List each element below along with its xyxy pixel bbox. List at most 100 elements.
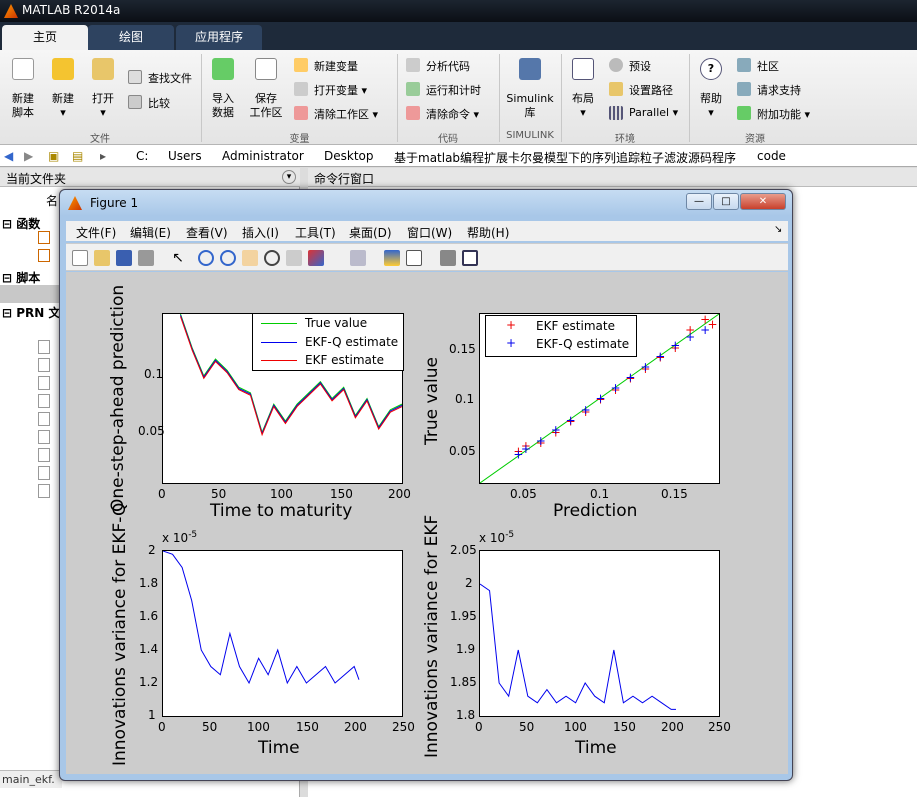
breadcrumb-desktop[interactable]: Desktop [324, 149, 374, 163]
layout-button[interactable]: 布局 ▾ [566, 58, 600, 120]
parallel-icon [609, 106, 623, 120]
tick-label: 2 [148, 543, 156, 557]
back-icon[interactable]: ◀ [4, 149, 13, 163]
tick-label: 1.2 [139, 675, 159, 689]
zoom-in-icon[interactable] [198, 250, 214, 266]
tick-label: 2.05 [450, 543, 477, 557]
file-icon [38, 394, 50, 408]
tick-label: 0.15 [449, 342, 476, 356]
legend-icon[interactable] [406, 250, 422, 266]
y-axis-label: Innovations variance for EKF [422, 514, 442, 758]
menu-tools[interactable]: 工具(T) [295, 224, 336, 241]
plot-variance-ekf[interactable] [479, 550, 720, 717]
name-column-header[interactable]: 名 [22, 192, 58, 209]
preferences-button[interactable]: 预设 [609, 58, 651, 74]
add-ons-button[interactable]: 附加功能 ▾ [737, 106, 810, 122]
community-button[interactable]: 社区 [737, 58, 779, 74]
pan-icon[interactable] [242, 250, 258, 266]
group-functions[interactable]: ⊟ 函数 [2, 215, 40, 232]
new-button[interactable]: 新建 ▾ [46, 58, 80, 120]
separator [397, 54, 398, 142]
request-support-button[interactable]: 请求支持 [737, 82, 801, 98]
plot-variance-ekfq[interactable] [162, 550, 403, 717]
open-file-icon[interactable] [94, 250, 110, 266]
legend-marker-icon: + [506, 336, 517, 350]
pointer-icon[interactable]: ↖ [170, 250, 186, 266]
panel-menu-icon[interactable]: ▾ [282, 170, 296, 184]
forward-icon[interactable]: ▶ [24, 149, 33, 163]
new-script-button[interactable]: 新建 脚本 [6, 58, 40, 120]
run-and-time-button[interactable]: 运行和计时 [406, 82, 481, 98]
dock-arrow-icon[interactable]: ↘ [774, 224, 782, 235]
find-files-button[interactable]: 查找文件 [128, 70, 192, 86]
rotate-icon[interactable] [264, 250, 280, 266]
new-variable-button[interactable]: 新建变量 [294, 58, 358, 74]
tab-apps[interactable]: 应用程序 [176, 25, 262, 50]
file-icon [38, 466, 50, 480]
help-button[interactable]: ? 帮助 ▾ [694, 58, 728, 120]
file-icon [38, 358, 50, 372]
import-data-button[interactable]: 导入 数据 [206, 58, 240, 120]
data-cursor-icon[interactable] [286, 250, 302, 266]
print-icon[interactable] [138, 250, 154, 266]
link-icon[interactable] [350, 250, 366, 266]
set-path-button[interactable]: 设置路径 [609, 82, 673, 98]
close-button[interactable]: ✕ [740, 193, 786, 210]
file-icon [38, 231, 50, 244]
zoom-out-icon[interactable] [220, 250, 236, 266]
hide-plot-tools-icon[interactable] [440, 250, 456, 266]
browse-folder-icon[interactable]: ▤ [72, 149, 83, 163]
file-icon [38, 376, 50, 390]
menu-insert[interactable]: 插入(I) [242, 224, 279, 241]
tick-label: 1.8 [456, 708, 476, 722]
save-workspace-button[interactable]: 保存 工作区 [246, 58, 286, 120]
breadcrumb-users[interactable]: Users [168, 149, 202, 163]
tick-label: 200 [344, 720, 367, 734]
parallel-button[interactable]: Parallel ▾ [609, 106, 678, 120]
tick-label: 0.1 [590, 487, 610, 501]
clear-workspace-button[interactable]: 清除工作区 ▾ [294, 106, 378, 122]
breadcrumb-drive[interactable]: C: [136, 149, 148, 163]
address-bar[interactable]: ◀ ▶ ▣ ▤ ▸ C: Users Administrator Desktop… [0, 145, 917, 167]
legend-label: EKF estimate [536, 319, 615, 333]
menu-desktop[interactable]: 桌面(D) [349, 224, 392, 241]
ribbon-tabs: 主页 绘图 应用程序 [0, 22, 917, 50]
menu-help[interactable]: 帮助(H) [467, 224, 509, 241]
brush-icon[interactable] [308, 250, 324, 266]
selected-file-row[interactable] [0, 285, 60, 303]
breadcrumb-project[interactable]: 基于matlab编程扩展卡尔曼模型下的序列追踪粒子滤波源码程序 [394, 149, 736, 166]
tick-label: 0.05 [449, 444, 476, 458]
open-variable-button[interactable]: 打开变量 ▾ [294, 82, 367, 98]
simulink-library-button[interactable]: Simulink 库 [503, 58, 557, 120]
new-script-icon [12, 58, 34, 80]
open-button[interactable]: 打开 ▾ [86, 58, 120, 120]
minimize-button[interactable]: — [686, 193, 712, 210]
save-icon[interactable] [116, 250, 132, 266]
group-prn[interactable]: ⊟ PRN 文 [2, 304, 61, 321]
file-icon [38, 430, 50, 444]
compare-button[interactable]: 比较 [128, 95, 170, 111]
maximize-button[interactable]: □ [713, 193, 739, 210]
tab-plots[interactable]: 绘图 [88, 25, 174, 50]
new-figure-icon[interactable] [72, 250, 88, 266]
menu-edit[interactable]: 编辑(E) [130, 224, 171, 241]
breadcrumb-administrator[interactable]: Administrator [222, 149, 304, 163]
menu-view[interactable]: 查看(V) [186, 224, 228, 241]
breadcrumb-code[interactable]: code [757, 149, 786, 163]
up-folder-icon[interactable]: ▣ [48, 149, 59, 163]
menu-window[interactable]: 窗口(W) [407, 224, 452, 241]
tab-home[interactable]: 主页 [2, 25, 88, 50]
group-simulink-label: SIMULINK [506, 130, 554, 141]
clear-commands-button[interactable]: 清除命令 ▾ [406, 106, 479, 122]
colorbar-icon[interactable] [384, 250, 400, 266]
group-scripts[interactable]: ⊟ 脚本 [2, 269, 40, 286]
show-plot-tools-icon[interactable] [462, 250, 478, 266]
analyze-code-button[interactable]: 分析代码 [406, 58, 470, 74]
scatter-point: + [536, 434, 546, 448]
separator [561, 54, 562, 142]
menu-file[interactable]: 文件(F) [76, 224, 116, 241]
exponent-label: x 10-5 [162, 530, 198, 545]
tick-label: 200 [661, 720, 684, 734]
legend-marker-icon: + [506, 318, 517, 332]
new-variable-icon [294, 58, 308, 72]
